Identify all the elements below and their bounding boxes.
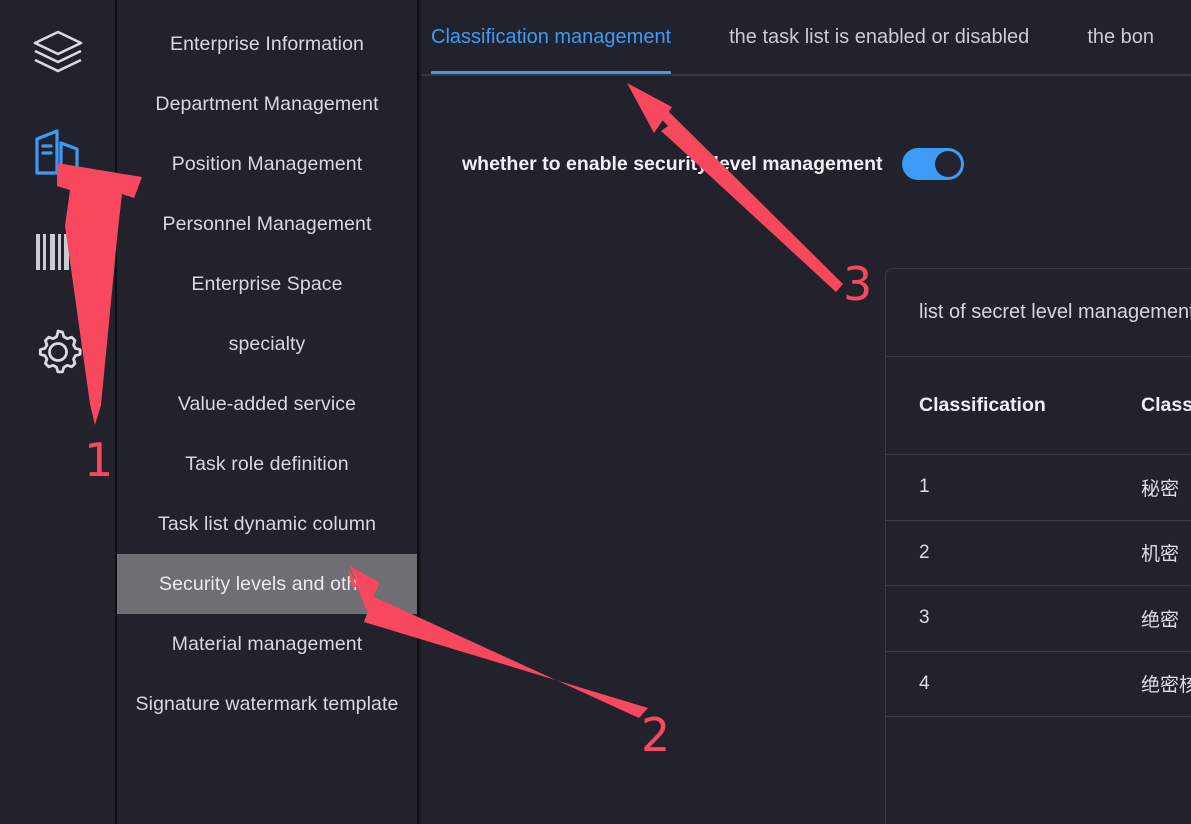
sidebar-item-enterprise-space[interactable]: Enterprise Space [117, 254, 417, 314]
sidebar-item-label: Personnel Management [162, 212, 372, 235]
gear-icon[interactable] [28, 322, 88, 382]
secret-level-table: Classification Classification descriptio… [886, 357, 1191, 717]
security-level-toggle-row: whether to enable security level managem… [421, 148, 1191, 180]
sidebar-item-specialty[interactable]: specialty [117, 314, 417, 374]
tab-label: the task list is enabled or disabled [729, 25, 1030, 48]
sidebar-item-signature-watermark-template[interactable]: Signature watermark template [117, 674, 417, 734]
sidebar-menu: Enterprise Information Department Manage… [117, 0, 419, 824]
sidebar-item-personnel-management[interactable]: Personnel Management [117, 194, 417, 254]
sidebar-item-material-management[interactable]: Material management [117, 614, 417, 674]
sidebar-item-label: specialty [228, 332, 306, 355]
app-root: Enterprise Information Department Manage… [0, 0, 1191, 824]
tab-bar: Classification management the task list … [421, 0, 1191, 76]
sidebar-item-label: Security levels and other [158, 572, 376, 595]
sidebar-item-label: Enterprise Space [191, 272, 343, 295]
table-row[interactable]: 1 秘密 [886, 454, 1191, 520]
cell-description: 机密 [1141, 544, 1180, 566]
cell-classification: 4 [919, 672, 930, 694]
cell-description: 绝密核心 [1141, 675, 1191, 697]
tab-label: Classification management [431, 25, 672, 48]
layers-icon[interactable] [28, 22, 88, 82]
tab-task-list-enabled-disabled[interactable]: the task list is enabled or disabled [729, 0, 1030, 74]
building-icon[interactable] [28, 122, 88, 182]
column-header-classification-description: Classification description [1141, 394, 1191, 416]
sidebar-item-position-management[interactable]: Position Management [117, 134, 417, 194]
cell-classification: 2 [919, 541, 930, 563]
tab-classification-management[interactable]: Classification management [431, 0, 672, 74]
barcode-icon[interactable] [28, 222, 88, 282]
sidebar-item-label: Value-added service [177, 392, 357, 415]
sidebar-item-task-role-definition[interactable]: Task role definition [117, 434, 417, 494]
main-content: Classification management the task list … [419, 0, 1191, 824]
card-title: list of secret level management [919, 301, 1191, 323]
table-header-row: Classification Classification descriptio… [886, 357, 1191, 454]
icon-rail [0, 0, 117, 824]
card-header: list of secret level management [886, 269, 1191, 357]
sidebar-item-label: Enterprise Information [169, 32, 365, 55]
sidebar-item-label: Task role definition [185, 452, 349, 475]
tab-label: the bon [1087, 25, 1155, 48]
sidebar-item-label: Task list dynamic column [157, 512, 377, 535]
sidebar-item-security-levels-and-other[interactable]: Security levels and other [117, 554, 417, 614]
column-header-classification: Classification [919, 394, 1046, 416]
sidebar-item-value-added-service[interactable]: Value-added service [117, 374, 417, 434]
sidebar-item-label: Signature watermark template [135, 692, 399, 715]
sidebar-item-task-list-dynamic-column[interactable]: Task list dynamic column [117, 494, 417, 554]
cell-classification: 1 [919, 476, 930, 498]
sidebar-item-enterprise-information[interactable]: Enterprise Information [117, 14, 417, 74]
table-row-divider [886, 716, 1191, 717]
toggle-knob [935, 151, 962, 177]
table-row[interactable]: 4 绝密核心 [886, 650, 1191, 717]
sidebar-item-department-management[interactable]: Department Management [117, 74, 417, 134]
security-level-toggle-switch[interactable] [902, 148, 965, 180]
security-level-toggle-label: whether to enable security level managem… [462, 152, 883, 175]
sidebar-item-label: Department Management [155, 92, 379, 115]
table-row[interactable]: 3 绝密 [886, 585, 1191, 651]
table-row[interactable]: 2 机密 [886, 519, 1191, 586]
tab-bonus[interactable]: the bon [1087, 0, 1155, 74]
cell-classification: 3 [919, 607, 930, 629]
sidebar-item-label: Material management [171, 632, 363, 655]
cell-description: 绝密 [1141, 609, 1180, 631]
secret-level-card: list of secret level management Classifi… [885, 268, 1191, 824]
sidebar-item-label: Position Management [171, 152, 363, 175]
cell-description: 秘密 [1141, 478, 1180, 500]
